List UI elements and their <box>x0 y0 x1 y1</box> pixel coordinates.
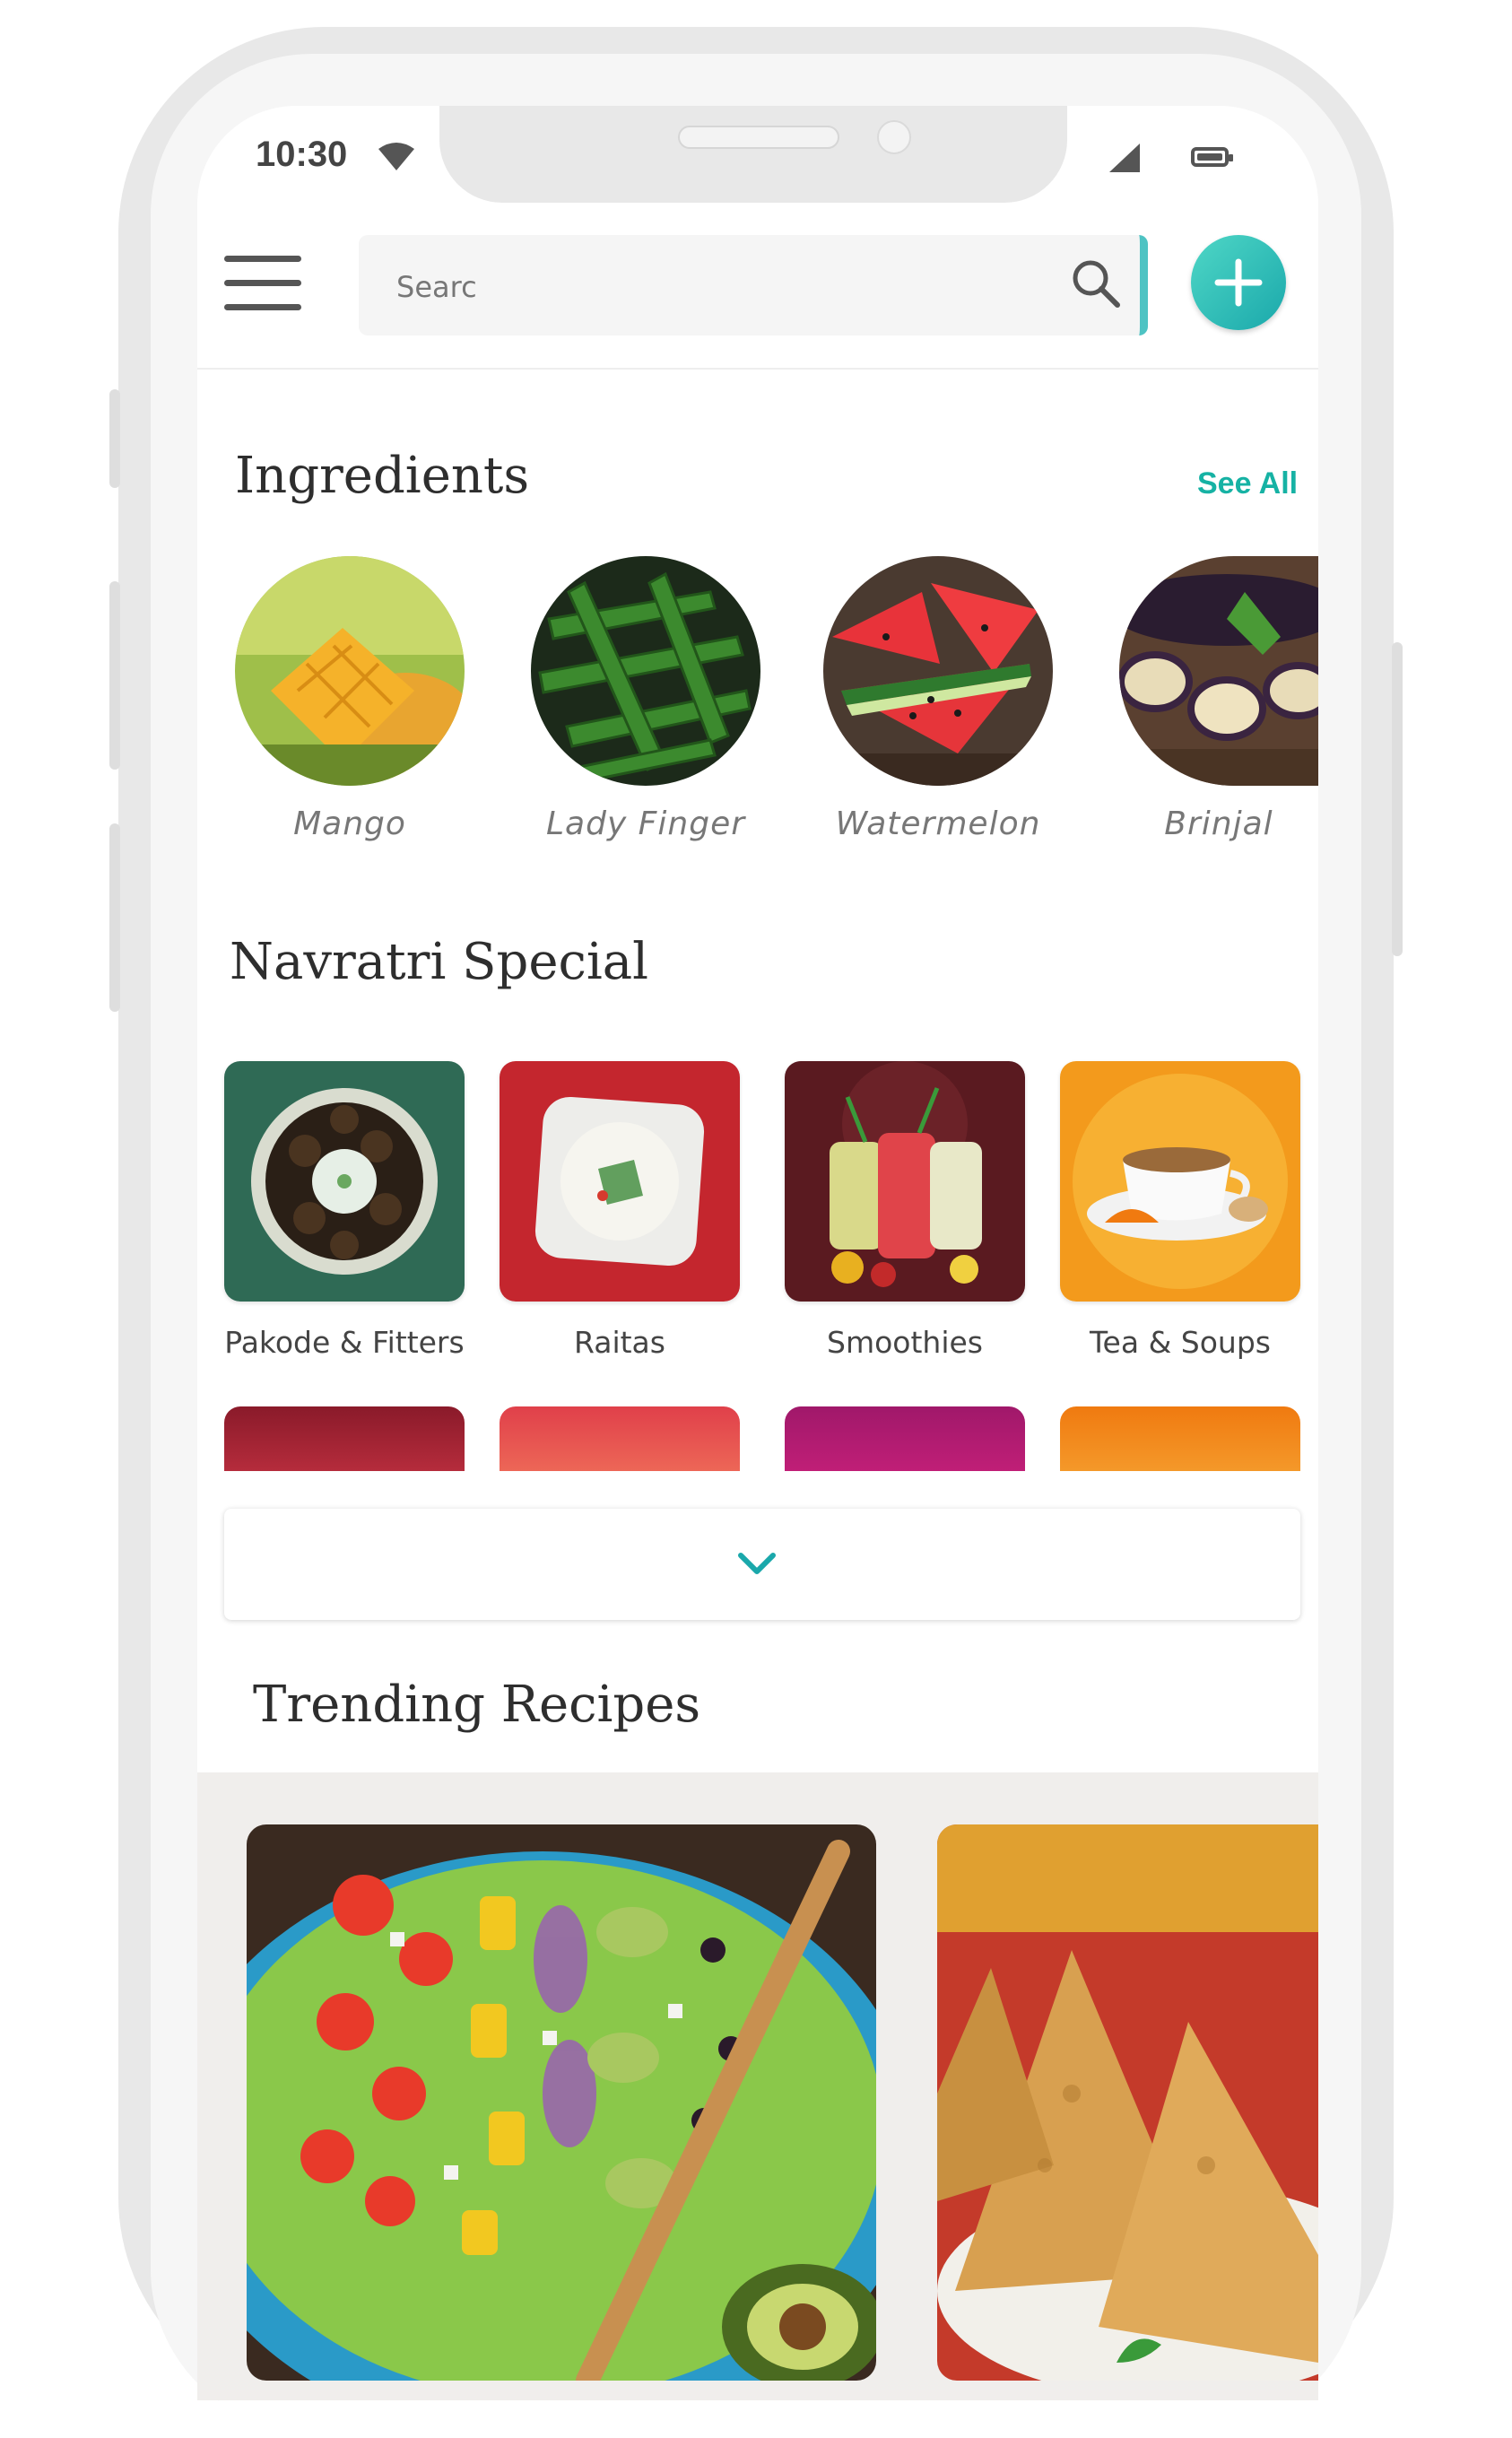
recipe-card-samosa[interactable] <box>937 1824 1318 2381</box>
navratri-title: Navratri Special <box>230 933 649 991</box>
trending-title: Trending Recipes <box>253 1676 701 1734</box>
phone-silent-switch <box>109 389 120 488</box>
category-label: Raitas <box>574 1325 665 1360</box>
salad-photo <box>247 1824 876 2381</box>
header-divider <box>197 368 1318 370</box>
ingredient-item-mango[interactable]: Mango <box>235 556 465 842</box>
menu-button[interactable] <box>224 256 301 311</box>
phone-volume-down <box>109 823 120 1012</box>
ingredient-label: Brinjal <box>1164 805 1273 842</box>
mango-photo <box>235 556 465 786</box>
front-camera <box>877 120 911 154</box>
phone-volume-up <box>109 581 120 770</box>
ingredient-label: Watermelon <box>835 805 1041 842</box>
tea-photo <box>1060 1061 1300 1302</box>
ingredient-label: Mango <box>293 805 406 842</box>
plus-icon <box>1214 258 1263 307</box>
category-tile-smoothies[interactable]: Smoothies <box>785 1061 1025 1360</box>
samosa-photo <box>937 1824 1318 2381</box>
smoothie-photo <box>785 1061 1025 1302</box>
wifi-icon <box>378 143 414 170</box>
add-button[interactable] <box>1191 235 1286 330</box>
watermelon-photo <box>823 556 1053 786</box>
search-input[interactable] <box>395 264 1026 310</box>
signal-icon <box>1109 144 1140 172</box>
pakode-photo <box>224 1061 465 1302</box>
category-tile-pakode[interactable]: Pakode & Fitters <box>224 1061 465 1360</box>
category-label: Tea & Soups <box>1090 1325 1271 1360</box>
phone-notch <box>439 106 1067 203</box>
ingredient-label: Lady Finger <box>545 805 746 842</box>
speaker-grille <box>678 126 839 149</box>
see-all-link[interactable]: See All <box>1197 466 1298 501</box>
ingredient-item-watermelon[interactable]: Watermelon <box>823 556 1053 842</box>
menu-line <box>224 256 301 262</box>
category-tile-tea-soups[interactable]: Tea & Soups <box>1060 1061 1300 1360</box>
chevron-down-icon <box>738 1553 776 1574</box>
brinjal-photo <box>1119 556 1318 786</box>
menu-line <box>224 304 301 310</box>
category-label: Pakode & Fitters <box>224 1325 465 1360</box>
ingredient-item-lady-finger[interactable]: Lady Finger <box>531 556 760 842</box>
status-time: 10:30 <box>256 135 348 174</box>
raita-photo <box>500 1061 740 1302</box>
ingredients-title: Ingredients <box>235 447 530 505</box>
menu-line <box>224 280 301 286</box>
category-label: Smoothies <box>827 1325 983 1360</box>
recipe-card-salad[interactable] <box>247 1824 876 2381</box>
expand-more-button[interactable] <box>224 1509 1300 1620</box>
ingredient-item-brinjal[interactable]: Brinjal <box>1119 556 1349 842</box>
search-icon[interactable] <box>1067 255 1126 314</box>
battery-icon <box>1191 147 1233 167</box>
category-tile-raitas[interactable]: Raitas <box>500 1061 740 1360</box>
search-bar[interactable] <box>359 235 1148 335</box>
row-fade <box>197 1471 1318 1498</box>
phone-power-button <box>1392 642 1403 956</box>
okra-photo <box>531 556 760 786</box>
